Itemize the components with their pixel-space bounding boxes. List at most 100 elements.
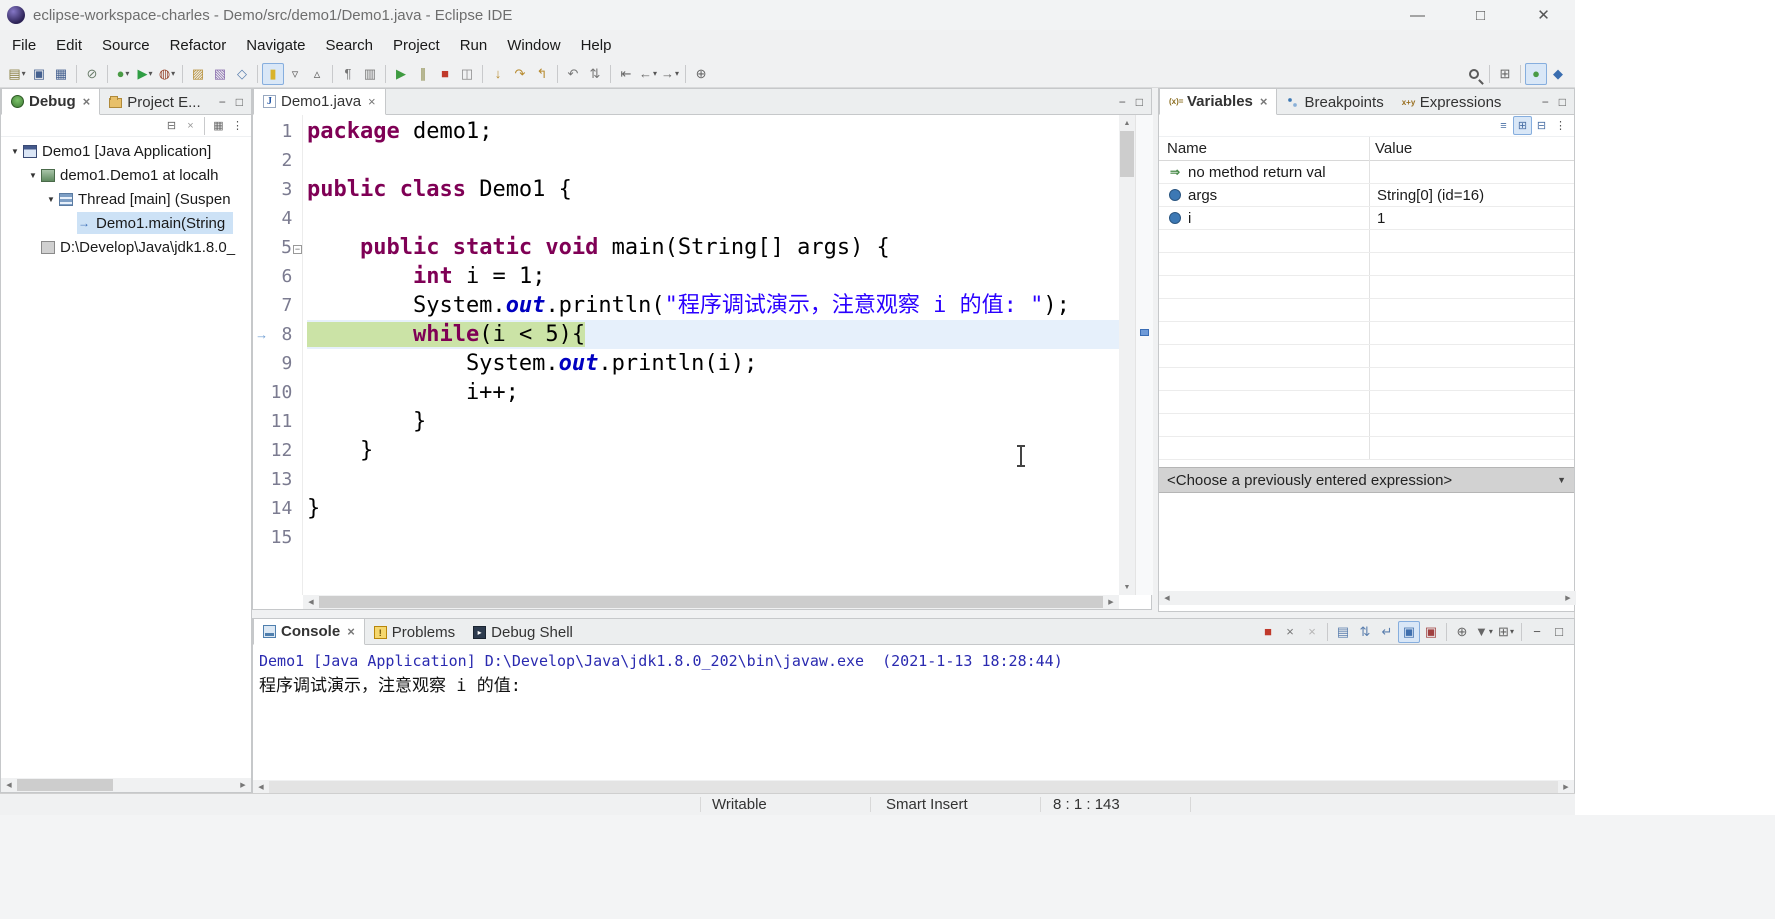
gutter-row[interactable]: 9 (253, 349, 302, 378)
scroll-left-icon[interactable]: ◀ (1, 778, 17, 792)
tree-item[interactable]: → Demo1.main(String (1, 211, 251, 235)
remove-all-terminated-button[interactable]: × (181, 116, 200, 135)
show-type-names-button[interactable]: ≡ (1494, 116, 1513, 135)
current-line-marker[interactable] (1140, 329, 1149, 336)
menu-item-run[interactable]: Run (450, 30, 498, 60)
code-line[interactable]: i++; (307, 378, 1119, 407)
open-type-button[interactable]: ◇ (231, 63, 253, 85)
variable-row[interactable]: args String[0] (id=16) (1159, 184, 1574, 207)
scroll-track[interactable] (1175, 591, 1560, 605)
gutter-row[interactable]: 7 (253, 291, 302, 320)
view-menu-button[interactable]: ⋮ (228, 116, 247, 135)
gutter-row[interactable]: 1 (253, 117, 302, 146)
show-logical-structures-button[interactable]: ⊞ (1513, 116, 1532, 135)
pin-editor-button[interactable]: ⊕ (690, 63, 712, 85)
code-area[interactable]: package demo1; public class Demo1 { publi… (303, 115, 1119, 595)
code-line[interactable]: package demo1; (307, 117, 1119, 146)
maximize-console-button[interactable]: □ (1548, 621, 1570, 643)
gutter-row[interactable]: 4 (253, 204, 302, 233)
open-console-button[interactable]: ⊞ ▾ (1495, 621, 1517, 643)
window-close-button[interactable]: ✕ (1512, 0, 1575, 30)
gutter-row[interactable]: → 8 (253, 320, 302, 349)
line-number-ruler[interactable]: 1 2 3 4 5−6 7 → 8 9 10 11 12 13 14 15 (253, 115, 303, 595)
tab-problems[interactable]: Problems (365, 619, 464, 645)
gutter-row[interactable]: 10 (253, 378, 302, 407)
variables-horizontal-scrollbar[interactable]: ◀ ▶ (1159, 591, 1576, 605)
expanded-chevron-icon[interactable]: ▼ (25, 171, 41, 180)
expression-combo[interactable]: <Choose a previously entered expression>… (1159, 467, 1574, 493)
remove-launch-button[interactable]: × (1279, 621, 1301, 643)
maximize-view-button[interactable]: □ (1136, 95, 1143, 109)
new-java-class-button[interactable]: ▨ (187, 63, 209, 85)
block-selection-button[interactable]: ▥ (359, 63, 381, 85)
tab-demo1-java[interactable]: Demo1.java × (253, 89, 386, 115)
gutter-row[interactable]: 2 (253, 146, 302, 175)
collapse-all-button[interactable]: ⊟ (1532, 116, 1551, 135)
gutter-row[interactable]: 6 (253, 262, 302, 291)
code-line[interactable]: } (307, 494, 1119, 523)
code-line[interactable]: int i = 1; (307, 262, 1119, 291)
scroll-thumb[interactable] (17, 779, 113, 791)
menu-item-project[interactable]: Project (383, 30, 450, 60)
scroll-track[interactable] (319, 595, 1103, 609)
save-button[interactable]: ▣ (28, 63, 50, 85)
editor-vertical-scrollbar[interactable]: ▲ ▼ (1119, 115, 1135, 595)
show-on-stderr-button[interactable]: ▣ (1420, 621, 1442, 643)
expanded-chevron-icon[interactable]: ▼ (43, 195, 59, 204)
code-line[interactable] (307, 204, 1119, 233)
disconnect-button[interactable]: ◫ (456, 63, 478, 85)
gutter-row[interactable]: 15 (253, 523, 302, 552)
tab-breakpoints[interactable]: Breakpoints (1277, 89, 1392, 115)
resume-button[interactable]: ▶ (390, 63, 412, 85)
open-perspective-button[interactable]: ⊞ (1494, 63, 1516, 85)
new-button[interactable]: ▤ ▾ (6, 63, 28, 85)
menu-item-window[interactable]: Window (497, 30, 570, 60)
scroll-right-icon[interactable]: ▶ (1103, 595, 1119, 609)
drop-to-frame-button[interactable]: ↶ (562, 63, 584, 85)
step-over-button[interactable]: ↷ (509, 63, 531, 85)
code-line[interactable]: } (307, 407, 1119, 436)
minimize-view-button[interactable]: − (219, 95, 226, 109)
scroll-right-icon[interactable]: ▶ (1560, 591, 1576, 605)
tab-debug[interactable]: Debug × (1, 89, 101, 115)
scroll-left-icon[interactable]: ◀ (1159, 591, 1175, 605)
coverage-button[interactable]: ◍ ▾ (156, 63, 178, 85)
code-line[interactable]: public static void main(String[] args) { (307, 233, 1119, 262)
menu-item-edit[interactable]: Edit (46, 30, 92, 60)
step-into-button[interactable]: ↓ (487, 63, 509, 85)
gutter-row[interactable]: 3 (253, 175, 302, 204)
code-line[interactable]: public class Demo1 { (307, 175, 1119, 204)
mark-occurrences-button[interactable]: ▮ (262, 62, 284, 85)
back-button[interactable]: ← ▾ (637, 63, 659, 85)
code-line[interactable]: while(i < 5){ (307, 320, 1119, 349)
skip-all-breakpoints-button[interactable]: ⊘ (81, 63, 103, 85)
show-on-stdout-button[interactable]: ▣ (1398, 620, 1420, 643)
maximize-view-button[interactable]: □ (236, 95, 243, 109)
gutter-row[interactable]: 5− (253, 233, 302, 262)
variable-row[interactable]: ⇒ no method return val (1159, 161, 1574, 184)
tree-item[interactable]: ▼ Demo1 [Java Application] (1, 139, 251, 163)
scroll-track[interactable] (17, 778, 235, 792)
scroll-up-icon[interactable]: ▲ (1119, 115, 1135, 131)
scroll-down-icon[interactable]: ▼ (1119, 579, 1135, 595)
previous-annotation-button[interactable]: ▵ (306, 63, 328, 85)
code-line[interactable] (307, 146, 1119, 175)
minimize-view-button[interactable]: − (1119, 95, 1126, 109)
tab-variables[interactable]: Variables × (1159, 89, 1278, 115)
suspend-button[interactable]: ∥ (412, 63, 434, 85)
debug-horizontal-scrollbar[interactable]: ◀ ▶ (1, 778, 251, 792)
view-menu-button[interactable]: ⋮ (1551, 116, 1570, 135)
tab-project-e[interactable]: Project E... (100, 89, 209, 115)
console-horizontal-scrollbar[interactable]: ◀ ▶ (253, 780, 1574, 794)
tree-item[interactable]: ▼ demo1.Demo1 at localh (1, 163, 251, 187)
tree-item[interactable]: D:\Develop\Java\jdk1.8.0_ (1, 235, 251, 259)
code-line[interactable] (307, 465, 1119, 494)
debug-view-layout-button[interactable]: ▦ (209, 116, 228, 135)
fold-collapse-icon[interactable]: − (293, 239, 302, 257)
gutter-row[interactable]: 11 (253, 407, 302, 436)
use-step-filters-button[interactable]: ⇅ (584, 63, 606, 85)
last-edit-location-button[interactable]: ⇤ (615, 63, 637, 85)
terminate-button[interactable]: ■ (434, 63, 456, 85)
scroll-right-icon[interactable]: ▶ (1558, 780, 1574, 794)
collapse-all-button[interactable]: ⊟ (162, 116, 181, 135)
